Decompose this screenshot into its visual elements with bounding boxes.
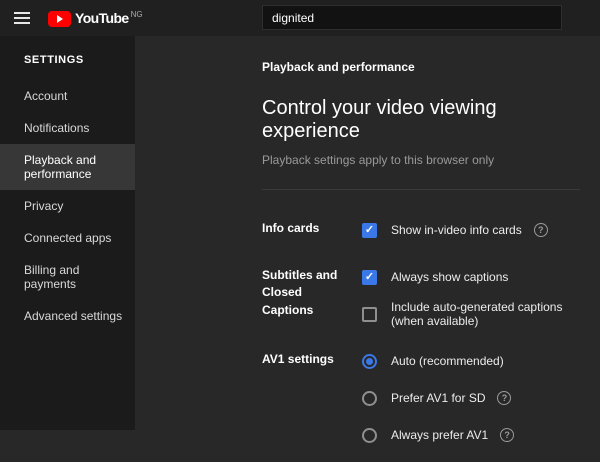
control-label: Auto (recommended) bbox=[391, 354, 504, 368]
help-icon[interactable]: ? bbox=[497, 391, 512, 405]
youtube-logo[interactable]: YouTube NG bbox=[48, 10, 143, 27]
sidebar-nav: Account Notifications Playback and perform… bbox=[0, 80, 135, 332]
checkbox-checked-icon[interactable]: ✓ bbox=[362, 222, 377, 238]
help-icon[interactable]: ? bbox=[533, 223, 548, 237]
radio-row-always-prefer-av1[interactable]: Always prefer AV1? bbox=[362, 425, 515, 445]
search-input[interactable] bbox=[262, 5, 562, 30]
youtube-country-code: NG bbox=[130, 9, 143, 19]
checkbox-row-include-auto-generated-captions-when-available[interactable]: Include auto-generated captions (when av… bbox=[362, 300, 580, 328]
control-label: Always show captions bbox=[391, 270, 509, 284]
settings-section-info-cards: Info cards ✓ Show in-video info cards? bbox=[262, 220, 580, 257]
checkbox-row-always-show-captions[interactable]: ✓ Always show captions bbox=[362, 267, 580, 287]
sidebar-item-connected-apps[interactable]: Connected apps bbox=[0, 222, 135, 254]
sidebar-item-billing-and-payments[interactable]: Billing and payments bbox=[0, 254, 135, 300]
menu-bar bbox=[14, 12, 30, 14]
radio-checked-icon[interactable] bbox=[362, 353, 377, 369]
sidebar-item-playback-and-performance[interactable]: Playback and performance bbox=[0, 144, 135, 190]
radio-row-prefer-av1-for-sd[interactable]: Prefer AV1 for SD? bbox=[362, 388, 514, 408]
radio-row-auto-recommended[interactable]: Auto (recommended) bbox=[362, 351, 514, 371]
sidebar-item-advanced-settings[interactable]: Advanced settings bbox=[0, 300, 135, 332]
page-layout: SETTINGS Account Notifications Playback an… bbox=[0, 36, 600, 443]
radio-unchecked-icon[interactable] bbox=[362, 390, 377, 406]
radio-dot bbox=[366, 357, 373, 365]
section-controls: ✓ Show in-video info cards? bbox=[362, 220, 548, 257]
control-label: Prefer AV1 for SD bbox=[391, 391, 486, 405]
settings-sections: Info cards ✓ Show in-video info cards? Subt… bbox=[262, 220, 580, 462]
section-label: AV1 settings bbox=[262, 352, 334, 366]
section-controls: ✓ Always show captions Include auto-genera… bbox=[362, 267, 580, 341]
menu-icon[interactable] bbox=[14, 12, 30, 24]
help-icon[interactable]: ? bbox=[500, 428, 515, 442]
checkbox-row-show-in-video-info-cards[interactable]: ✓ Show in-video info cards? bbox=[362, 220, 548, 240]
control-label: Always prefer AV1 bbox=[391, 428, 489, 442]
search-box bbox=[262, 5, 562, 30]
settings-section-subtitles-and-closed-captions: Subtitles and Closed Captions ✓ Always sho… bbox=[262, 267, 580, 341]
control-label: Show in-video info cards bbox=[391, 223, 522, 237]
section-controls: Auto (recommended) Prefer AV1 for SD? Alwa… bbox=[362, 351, 515, 462]
divider bbox=[262, 189, 580, 190]
section-label: Info cards bbox=[262, 221, 320, 235]
youtube-logo-text: YouTube bbox=[75, 9, 129, 26]
youtube-play-icon bbox=[48, 10, 71, 27]
sidebar: SETTINGS Account Notifications Playback an… bbox=[0, 36, 135, 430]
page-title: Control your video viewing experience bbox=[262, 97, 497, 142]
checkbox-unchecked-icon[interactable] bbox=[362, 306, 377, 322]
menu-bar bbox=[14, 22, 30, 24]
section-label: Subtitles and Closed Captions bbox=[262, 268, 338, 317]
checkbox-checked-icon[interactable]: ✓ bbox=[362, 269, 377, 285]
menu-bar bbox=[14, 17, 30, 19]
control-label: Include auto-generated captions (when av… bbox=[391, 300, 563, 328]
settings-content: Playback and performance Control your vi… bbox=[135, 36, 600, 443]
sidebar-title: SETTINGS bbox=[24, 54, 84, 66]
topbar: YouTube NG bbox=[0, 0, 600, 36]
sidebar-item-notifications[interactable]: Notifications bbox=[0, 112, 135, 144]
category-title: Playback and performance bbox=[262, 60, 415, 74]
sidebar-item-account[interactable]: Account bbox=[0, 80, 135, 112]
settings-section-av1-settings: AV1 settings Auto (recommended) Prefer AV1… bbox=[262, 351, 580, 462]
sidebar-item-privacy[interactable]: Privacy bbox=[0, 190, 135, 222]
page-subtitle: Playback settings apply to this browser … bbox=[262, 153, 495, 167]
